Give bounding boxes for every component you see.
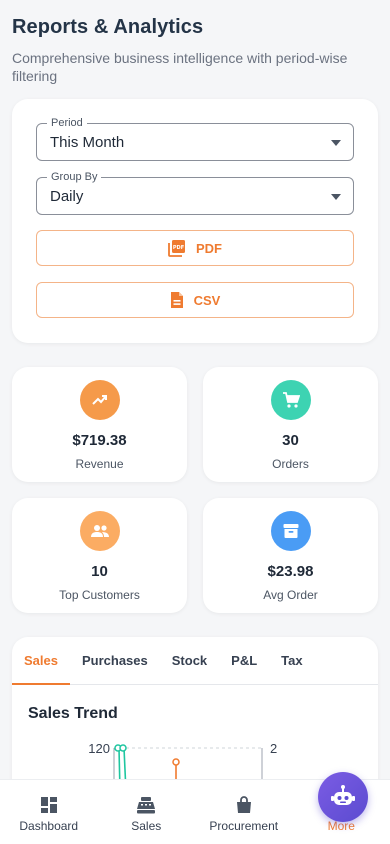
stat-value: 10 bbox=[91, 563, 108, 580]
tab-pnl[interactable]: P&L bbox=[219, 637, 269, 684]
export-pdf-button[interactable]: PDF PDF bbox=[36, 230, 354, 266]
group-by-value: Daily bbox=[50, 188, 84, 205]
svg-text:PDF: PDF bbox=[173, 245, 184, 251]
tab-stock[interactable]: Stock bbox=[160, 637, 219, 684]
stat-value: $719.38 bbox=[72, 432, 127, 449]
export-csv-label: CSV bbox=[193, 292, 221, 308]
archive-icon bbox=[283, 524, 298, 538]
dashboard-icon bbox=[40, 797, 57, 813]
stat-card-orders: 30 Orders bbox=[203, 367, 378, 482]
stat-card-avg-order: $23.98 Avg Order bbox=[203, 498, 378, 613]
trending-up-icon bbox=[91, 395, 107, 405]
cash-register-icon bbox=[137, 797, 156, 814]
export-csv-button[interactable]: CSV bbox=[36, 282, 354, 318]
nav-label: Dashboard bbox=[19, 819, 79, 833]
period-value: This Month bbox=[50, 134, 125, 151]
report-tabs: Sales Purchases Stock P&L Tax bbox=[12, 637, 378, 685]
tab-purchases[interactable]: Purchases bbox=[70, 637, 160, 684]
nav-procurement[interactable]: Procurement bbox=[195, 780, 293, 844]
stat-card-revenue: $719.38 Revenue bbox=[12, 367, 187, 482]
stat-label: Orders bbox=[272, 457, 309, 471]
stat-label: Avg Order bbox=[263, 588, 318, 602]
group-by-select[interactable]: Group By Daily bbox=[36, 170, 354, 215]
period-label: Period bbox=[47, 116, 87, 130]
period-select[interactable]: Period This Month bbox=[36, 116, 354, 161]
stat-icon-circle bbox=[79, 380, 120, 420]
stat-icon-circle bbox=[270, 511, 311, 551]
page-subtitle: Comprehensive business intelligence with… bbox=[12, 50, 348, 84]
stat-label: Revenue bbox=[75, 457, 124, 471]
assistant-fab-button[interactable] bbox=[318, 772, 368, 822]
dropdown-arrow-icon bbox=[331, 194, 341, 200]
stat-value: $23.98 bbox=[267, 563, 314, 580]
chart-title: Sales Trend bbox=[28, 705, 118, 722]
people-icon bbox=[90, 525, 109, 537]
group-by-label: Group By bbox=[47, 170, 102, 184]
tab-sales[interactable]: Sales bbox=[12, 637, 70, 685]
stat-card-top-customers: 10 Top Customers bbox=[12, 498, 187, 613]
reports-screen: Reports & Analytics Comprehensive busine… bbox=[0, 0, 390, 844]
nav-dashboard[interactable]: Dashboard bbox=[0, 780, 98, 844]
file-icon bbox=[170, 292, 183, 308]
nav-label: Procurement bbox=[209, 819, 279, 833]
left-axis-tick-label: 120 bbox=[88, 741, 110, 756]
tab-tax[interactable]: Tax bbox=[269, 637, 314, 684]
shopping-bag-icon bbox=[236, 796, 251, 813]
stat-icon-circle bbox=[79, 511, 120, 551]
stat-label: Top Customers bbox=[59, 588, 140, 602]
pdf-icon: PDF bbox=[168, 240, 185, 257]
dropdown-arrow-icon bbox=[331, 140, 341, 146]
nav-label: Sales bbox=[131, 819, 162, 833]
export-pdf-label: PDF bbox=[196, 240, 222, 256]
nav-sales[interactable]: Sales bbox=[98, 780, 196, 844]
page-title: Reports & Analytics bbox=[12, 16, 204, 38]
robot-icon bbox=[331, 785, 355, 805]
stat-value: 30 bbox=[282, 432, 299, 449]
data-point-teal-2 bbox=[119, 744, 127, 752]
page-header: Reports & Analytics Comprehensive busine… bbox=[0, 0, 390, 85]
data-point-orange bbox=[172, 758, 180, 766]
right-axis-tick-label: 2 bbox=[270, 741, 277, 756]
filters-card: Period This Month Group By Daily PDF PDF bbox=[12, 99, 378, 343]
stat-icon-circle bbox=[270, 380, 311, 420]
cart-icon bbox=[282, 392, 300, 408]
